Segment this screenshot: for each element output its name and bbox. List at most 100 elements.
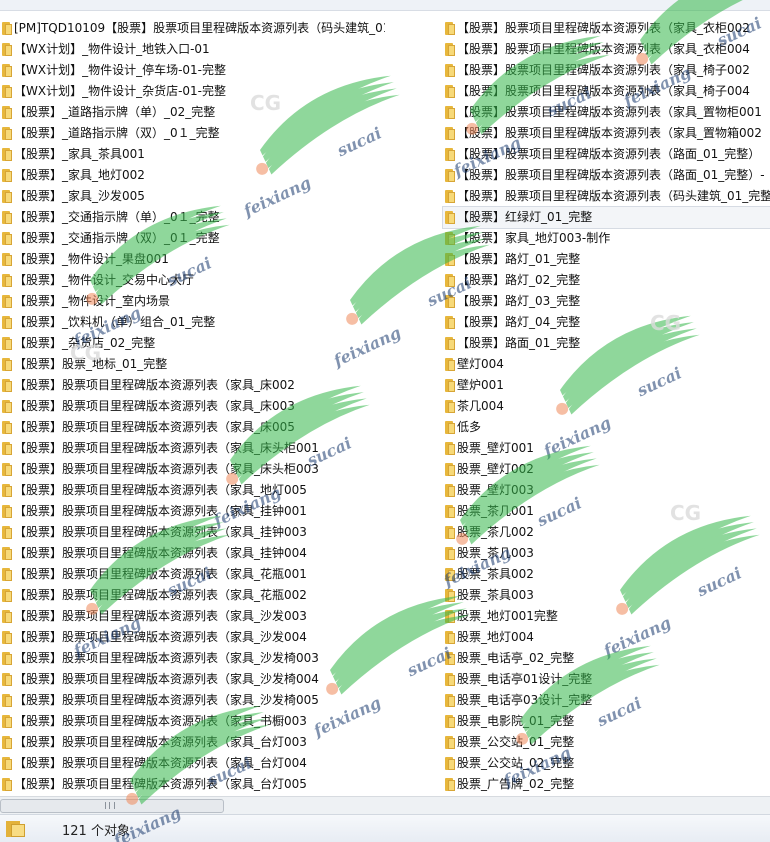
file-list[interactable]: [PM]TQD10109【股票】股票项目里程碑版本资源列表（码头建筑_01_完整… — [0, 10, 770, 796]
folder-icon — [2, 652, 12, 665]
folder-item[interactable]: 【股票】股票项目里程碑版本资源列表（家具_衣柜002 — [443, 18, 770, 39]
folder-icon — [2, 127, 12, 140]
folder-name: 【股票】_道路指示牌（双）_0１_完整 — [14, 126, 220, 140]
folder-icon — [445, 421, 455, 434]
folder-item[interactable]: [PM]TQD10109【股票】股票项目里程碑版本资源列表（码头建筑_01_完整… — [0, 18, 385, 39]
folder-item[interactable]: 【股票】股票项目里程碑版本资源列表（家具_花瓶002 — [0, 585, 385, 606]
folder-item[interactable]: 【股票】股票项目里程碑版本资源列表（家具_置物柜001 — [443, 102, 770, 123]
folder-item[interactable]: 【股票】股票项目里程碑版本资源列表（家具_沙发004 — [0, 627, 385, 648]
folder-icon — [445, 526, 455, 539]
folder-item[interactable]: 【股票】_物件设计_室内场景 — [0, 291, 385, 312]
folder-icon — [445, 484, 455, 497]
folder-item[interactable]: 【股票】_物件设计_果盘001 — [0, 249, 385, 270]
folder-item[interactable]: 【WX计划】_物件设计_地铁入口-01 — [0, 39, 385, 60]
folder-item[interactable]: 【股票】_杂货店_02_完整 — [0, 333, 385, 354]
folder-item[interactable]: 【股票】_交通指示牌（单）_0１_完整 — [0, 207, 385, 228]
folder-icon — [445, 673, 455, 686]
folder-item[interactable]: 股票_电话亭03设计_完整 — [443, 690, 770, 711]
folder-item[interactable]: 股票_茶具003 — [443, 585, 770, 606]
folder-item[interactable]: 股票_广告牌_02_完整 — [443, 774, 770, 795]
folder-item[interactable]: 【股票】路面_01_完整 — [443, 333, 770, 354]
folder-item[interactable]: 【股票】股票项目里程碑版本资源列表（家具_置物箱002 — [443, 123, 770, 144]
folder-item[interactable]: 【股票】股票项目里程碑版本资源列表（家具_床003 — [0, 396, 385, 417]
folder-name: 【股票】股票项目里程碑版本资源列表（路面_01_完整）- — [457, 168, 765, 182]
folder-item[interactable]: 股票_电话亭01设计_完整 — [443, 669, 770, 690]
folder-item[interactable]: 【股票】股票项目里程碑版本资源列表（家具_衣柜004 — [443, 39, 770, 60]
folder-item[interactable]: 【股票】股票项目里程碑版本资源列表（家具_床005 — [0, 417, 385, 438]
folder-item[interactable]: 股票_茶几001 — [443, 501, 770, 522]
folder-icon — [2, 358, 12, 371]
folder-item[interactable]: 【股票】路灯_03_完整 — [443, 291, 770, 312]
folder-item[interactable]: 股票_电话亭_02_完整 — [443, 648, 770, 669]
folder-item[interactable]: 【WX计划】_物件设计_杂货店-01-完整 — [0, 81, 385, 102]
folder-name: 【股票】股票项目里程碑版本资源列表（家具_床002 — [14, 378, 295, 392]
folder-name: 【股票】股票项目里程碑版本资源列表（家具_衣柜004 — [457, 42, 750, 56]
horizontal-scrollbar[interactable] — [0, 796, 770, 814]
folder-item[interactable]: 壁炉001 — [443, 375, 770, 396]
folder-item[interactable]: 股票_茶几002 — [443, 522, 770, 543]
folder-icon — [445, 169, 455, 182]
folder-item[interactable]: 【股票】_家具_沙发005 — [0, 186, 385, 207]
folder-item[interactable]: 【股票】股票项目里程碑版本资源列表（家具_台灯003 — [0, 732, 385, 753]
folder-item[interactable]: 【股票】家具_地灯003-制作 — [443, 228, 770, 249]
scrollbar-thumb[interactable] — [0, 799, 224, 813]
folder-item[interactable]: 【股票】股票项目里程碑版本资源列表（家具_床头柜003 — [0, 459, 385, 480]
folder-item[interactable]: 股票_公交站_01_完整 — [443, 732, 770, 753]
folder-item[interactable]: 【股票】股票项目里程碑版本资源列表（家具_椅子002 — [443, 60, 770, 81]
folder-item[interactable]: 茶几004 — [443, 396, 770, 417]
folder-item[interactable]: 【股票】_家具_茶具001 — [0, 144, 385, 165]
folder-icon — [2, 484, 12, 497]
folder-item[interactable]: 【股票】_交通指示牌（双）_0１_完整 — [0, 228, 385, 249]
folder-item[interactable]: 【股票】股票项目里程碑版本资源列表（家具_沙发椅004 — [0, 669, 385, 690]
folder-item[interactable]: 【股票】路灯_04_完整 — [443, 312, 770, 333]
folder-item[interactable]: 【股票】路灯_02_完整 — [443, 270, 770, 291]
folder-name: 【股票】股票项目里程碑版本资源列表（家具_书橱003 — [14, 714, 307, 728]
folder-item[interactable]: 股票_茶具002 — [443, 564, 770, 585]
folder-item[interactable]: 【股票】_家具_地灯002 — [0, 165, 385, 186]
folder-item[interactable]: 【股票】股票项目里程碑版本资源列表（家具_挂钟003 — [0, 522, 385, 543]
folder-item[interactable]: 壁灯004 — [443, 354, 770, 375]
folder-item[interactable]: 【股票】股票项目里程碑版本资源列表（家具_沙发椅003 — [0, 648, 385, 669]
folder-item[interactable]: 股票_地灯001完整 — [443, 606, 770, 627]
folder-item[interactable]: 【股票】股票_地标_01_完整 — [0, 354, 385, 375]
folder-item[interactable]: 【WX计划】_物件设计_停车场-01-完整 — [0, 60, 385, 81]
folder-item[interactable]: 【股票】股票项目里程碑版本资源列表（家具_地灯005 — [0, 480, 385, 501]
folder-icon — [445, 274, 455, 287]
folder-icon — [2, 526, 12, 539]
folder-item[interactable]: 股票_茶几003 — [443, 543, 770, 564]
folder-item[interactable]: 【股票】股票项目里程碑版本资源列表（家具_书橱003 — [0, 711, 385, 732]
folder-item[interactable]: 【股票】股票项目里程碑版本资源列表（家具_椅子004 — [443, 81, 770, 102]
folder-item[interactable]: 【股票】红绿灯_01_完整 — [442, 206, 770, 229]
folder-item[interactable]: 【股票】股票项目里程碑版本资源列表（家具_挂钟001 — [0, 501, 385, 522]
folder-item[interactable]: 【股票】股票项目里程碑版本资源列表（码头建筑_01_完整 — [443, 186, 770, 207]
folder-item[interactable]: 【股票】_饮料机（单）组合_01_完整 — [0, 312, 385, 333]
folder-item[interactable]: 【股票】_道路指示牌（单）_02_完整 — [0, 102, 385, 123]
folder-item[interactable]: 股票_公交站_02_完整 — [443, 753, 770, 774]
folder-item[interactable]: 股票_壁灯002 — [443, 459, 770, 480]
folder-name: 【股票】_饮料机（单）组合_01_完整 — [14, 315, 216, 329]
folder-item[interactable]: 低多 — [443, 417, 770, 438]
folder-item[interactable]: 【股票】股票项目里程碑版本资源列表（家具_沙发椅005 — [0, 690, 385, 711]
folder-item[interactable]: 【股票】股票项目里程碑版本资源列表（家具_台灯005 — [0, 774, 385, 795]
folder-name: 【股票】股票项目里程碑版本资源列表（码头建筑_01_完整 — [457, 189, 770, 203]
folder-name: 【股票】股票项目里程碑版本资源列表（家具_床头柜003 — [14, 462, 319, 476]
folder-name: 茶几004 — [457, 399, 504, 413]
folder-item[interactable]: 【股票】股票项目里程碑版本资源列表（家具_沙发003 — [0, 606, 385, 627]
folder-item[interactable]: 【股票】股票项目里程碑版本资源列表（家具_台灯004 — [0, 753, 385, 774]
folder-item[interactable]: 股票_地灯004 — [443, 627, 770, 648]
folder-item[interactable]: 【股票】股票项目里程碑版本资源列表（家具_花瓶001 — [0, 564, 385, 585]
folder-name: 股票_地灯004 — [457, 630, 534, 644]
folder-item[interactable]: 股票_壁灯003 — [443, 480, 770, 501]
folder-item[interactable]: 【股票】路灯_01_完整 — [443, 249, 770, 270]
folder-item[interactable]: 【股票】股票项目里程碑版本资源列表（路面_01_完整）- — [443, 165, 770, 186]
folder-item[interactable]: 【股票】股票项目里程碑版本资源列表（家具_床002 — [0, 375, 385, 396]
folder-item[interactable]: 【股票】_物件设计_交易中心大厅 — [0, 270, 385, 291]
folder-item[interactable]: 【股票】股票项目里程碑版本资源列表（家具_床头柜001 — [0, 438, 385, 459]
folder-item[interactable]: 【股票】_道路指示牌（双）_0１_完整 — [0, 123, 385, 144]
explorer-window: [PM]TQD10109【股票】股票项目里程碑版本资源列表（码头建筑_01_完整… — [0, 0, 770, 842]
folder-item[interactable]: 【股票】股票项目里程碑版本资源列表（家具_挂钟004 — [0, 543, 385, 564]
folder-name: 【股票】股票项目里程碑版本资源列表（家具_沙发椅004 — [14, 672, 319, 686]
folder-item[interactable]: 【股票】股票项目里程碑版本资源列表（路面_01_完整） — [443, 144, 770, 165]
folder-item[interactable]: 股票_电影院_01_完整 — [443, 711, 770, 732]
folder-item[interactable]: 股票_壁灯001 — [443, 438, 770, 459]
